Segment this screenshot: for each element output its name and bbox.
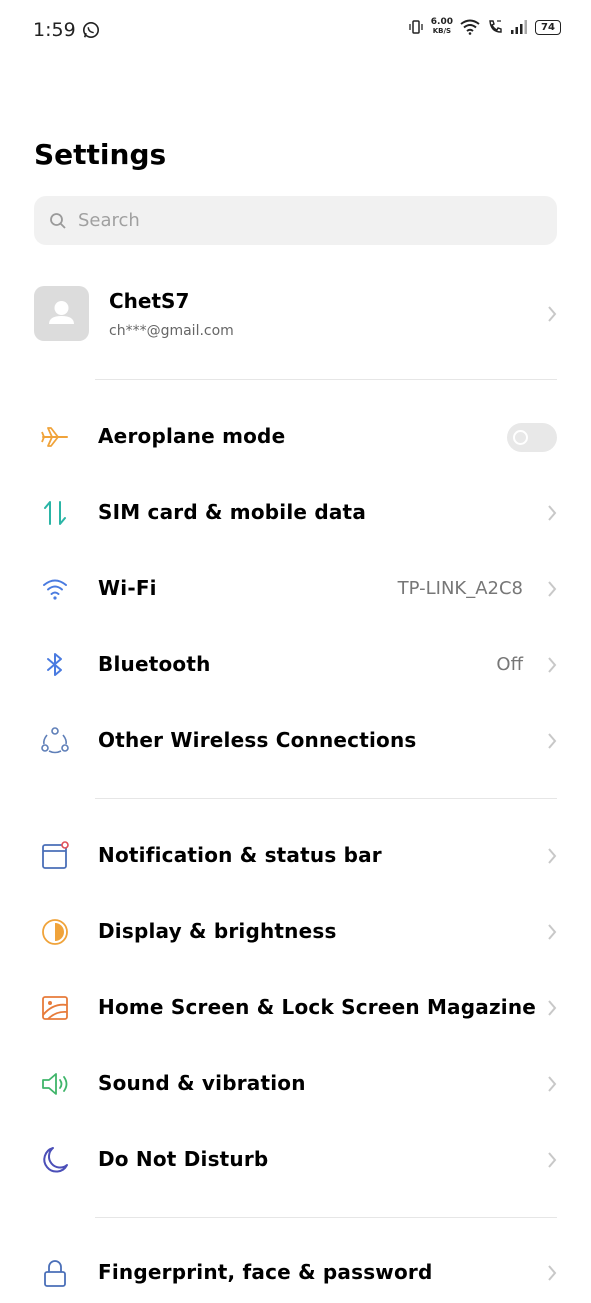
settings-item-display[interactable]: Display & brightness	[0, 902, 591, 962]
bluetooth-icon	[47, 653, 62, 676]
chevron-right-icon	[548, 657, 557, 673]
settings-item-do-not-disturb[interactable]: Do Not Disturb	[0, 1130, 591, 1190]
item-label: Display & brightness	[98, 919, 337, 943]
moon-icon	[43, 1147, 68, 1173]
item-value: Off	[496, 654, 523, 675]
aeroplane-icon	[41, 427, 68, 447]
search-bar[interactable]	[34, 196, 557, 245]
settings-item-fingerprint[interactable]: Fingerprint, face & password	[0, 1243, 591, 1303]
item-label: Sound & vibration	[98, 1071, 306, 1095]
lock-icon	[44, 1260, 66, 1287]
volte-call-icon	[489, 20, 502, 33]
chevron-right-icon	[548, 924, 557, 940]
chevron-right-icon	[548, 1076, 557, 1092]
settings-item-other-wireless[interactable]: Other Wireless Connections	[0, 711, 591, 771]
item-label: Wi-Fi	[98, 576, 157, 600]
chevron-right-icon	[548, 1000, 557, 1016]
whatsapp-icon	[82, 21, 100, 39]
battery-icon: 74	[535, 19, 561, 35]
search-input[interactable]	[78, 196, 538, 245]
item-value: TP-LINK_A2C8	[397, 578, 523, 599]
account-email: ch***@gmail.com	[109, 323, 234, 339]
wifi-icon	[460, 19, 480, 35]
page-title: Settings	[34, 138, 167, 171]
chevron-right-icon	[548, 505, 557, 521]
chevron-right-icon	[548, 848, 557, 864]
search-icon	[50, 213, 66, 229]
divider	[95, 798, 557, 799]
item-label: Do Not Disturb	[98, 1147, 269, 1171]
item-label: Aeroplane mode	[98, 424, 286, 448]
chevron-right-icon	[548, 1152, 557, 1168]
brightness-icon	[42, 919, 68, 945]
divider	[95, 1217, 557, 1218]
settings-item-sound[interactable]: Sound & vibration	[0, 1054, 591, 1114]
sim-data-icon	[44, 501, 66, 525]
settings-item-aeroplane-mode[interactable]: Aeroplane mode	[0, 407, 591, 467]
status-icons: 6.00 KB/S 74	[408, 18, 561, 36]
signal-icon	[511, 20, 527, 34]
account-row[interactable]: ChetS7 ch***@gmail.com	[34, 286, 557, 346]
item-label: Fingerprint, face & password	[98, 1260, 433, 1284]
divider	[95, 379, 557, 380]
net-speed: 6.00 KB/S	[431, 18, 453, 36]
toggle-knob	[513, 430, 528, 445]
chevron-right-icon	[548, 581, 557, 597]
status-bar: 1:59 6.00 KB/S 74	[0, 0, 591, 62]
settings-item-notification[interactable]: Notification & status bar	[0, 826, 591, 886]
item-label: Home Screen & Lock Screen Magazine	[98, 995, 537, 1019]
account-name: ChetS7	[109, 289, 190, 313]
net-speed-value: 6.00	[430, 17, 453, 27]
item-label: SIM card & mobile data	[98, 500, 367, 524]
sound-icon	[42, 1073, 68, 1095]
wifi-icon	[43, 579, 67, 600]
settings-item-bluetooth[interactable]: Bluetooth Off	[0, 635, 591, 695]
aeroplane-mode-toggle[interactable]	[507, 423, 557, 452]
vibrate-icon	[409, 20, 423, 34]
chevron-right-icon	[548, 733, 557, 749]
settings-item-home-screen[interactable]: Home Screen & Lock Screen Magazine	[0, 978, 591, 1038]
wallpaper-icon	[42, 996, 68, 1020]
item-label: Bluetooth	[98, 652, 211, 676]
item-label: Notification & status bar	[98, 843, 382, 867]
chevron-right-icon	[548, 1265, 557, 1281]
avatar	[34, 286, 89, 341]
chevron-right-icon	[548, 306, 557, 322]
item-label: Other Wireless Connections	[98, 728, 417, 752]
user-icon	[49, 301, 74, 324]
net-speed-unit: KB/S	[432, 27, 452, 35]
settings-item-sim-card[interactable]: SIM card & mobile data	[0, 483, 591, 543]
status-time: 1:59	[33, 19, 76, 41]
settings-item-wifi[interactable]: Wi-Fi TP-LINK_A2C8	[0, 559, 591, 619]
notification-icon	[42, 841, 69, 869]
connections-icon	[41, 727, 69, 754]
